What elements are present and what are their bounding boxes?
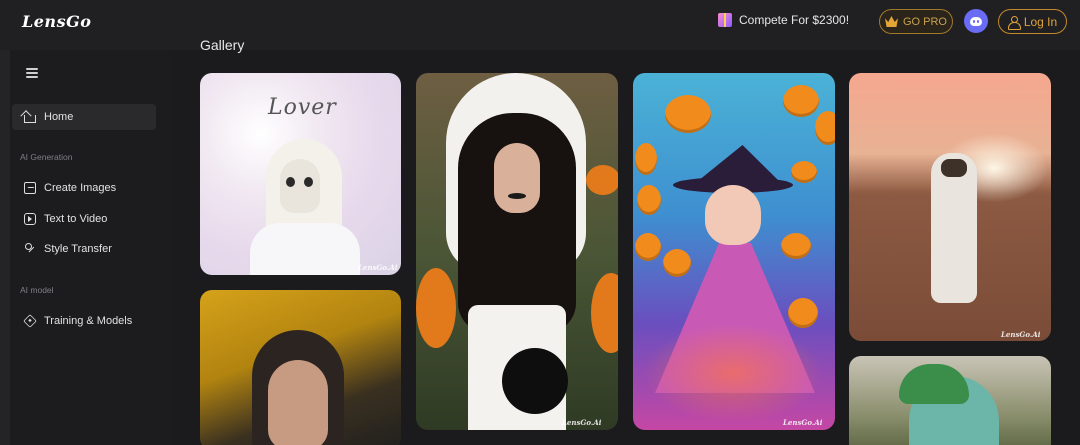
gallery-card-halloween-hood[interactable]: LensGo.Ai <box>416 73 618 430</box>
pumpkin <box>815 111 835 145</box>
login-button[interactable]: Log In <box>998 9 1067 34</box>
sidebar-item-label: Text to Video <box>44 213 108 225</box>
face <box>494 143 540 213</box>
gallery-title: Gallery <box>200 37 245 53</box>
image-icon <box>24 182 36 194</box>
gallery-card-lover[interactable]: Lover LensGo.Ai <box>200 73 401 275</box>
sidebar-edge <box>0 50 10 445</box>
scroll-fade <box>1060 50 1080 445</box>
pumpkin <box>635 143 657 175</box>
witch-face <box>705 185 761 245</box>
home-icon <box>24 115 36 123</box>
skull-eye <box>304 177 313 187</box>
sidebar-item-text-to-video[interactable]: Text to Video <box>12 206 156 232</box>
go-pro-label: GO PRO <box>902 15 947 28</box>
watermark: LensGo.Ai <box>358 263 398 272</box>
gift-icon <box>718 13 732 27</box>
pumpkin <box>783 85 819 117</box>
compete-label: Compete For $2300! <box>739 13 850 27</box>
gallery-card-astronaut[interactable]: LensGo.Ai <box>849 73 1051 341</box>
login-label: Log In <box>1023 14 1058 29</box>
sidebar-item-style-transfer[interactable]: Style Transfer <box>12 236 156 262</box>
discord-button[interactable] <box>964 9 988 33</box>
pumpkin <box>781 233 811 259</box>
section-ai-generation: AI Generation <box>20 152 73 162</box>
watermark: LensGo.Ai <box>562 418 602 427</box>
lips <box>508 193 526 199</box>
black-circle <box>502 348 568 414</box>
pumpkin <box>591 273 618 353</box>
monster-bulb <box>899 364 969 404</box>
sidebar-item-create-images[interactable]: Create Images <box>12 175 156 201</box>
video-icon <box>24 213 36 225</box>
sidebar-item-label: Create Images <box>44 182 117 194</box>
portrait-face <box>268 360 328 445</box>
sidebar-item-training-models[interactable]: Training & Models <box>12 308 156 334</box>
sidebar-item-home[interactable]: Home <box>12 104 156 130</box>
section-ai-model: AI model <box>20 285 54 295</box>
menu-toggle-icon[interactable] <box>26 68 38 78</box>
astronaut-visor <box>941 159 967 177</box>
gallery-card-witch-pumpkins[interactable]: LensGo.Ai <box>633 73 835 430</box>
training-icon <box>23 314 37 328</box>
crown-icon <box>884 16 898 27</box>
sidebar-item-label: Training & Models <box>44 315 133 327</box>
pumpkin <box>416 268 456 348</box>
skull-eye <box>286 177 295 187</box>
pumpkin <box>586 165 618 195</box>
compete-banner[interactable]: Compete For $2300! <box>718 13 849 27</box>
watermark: LensGo.Ai <box>783 418 823 427</box>
glow <box>643 323 823 423</box>
figure-body <box>250 223 360 275</box>
skull-face <box>280 159 320 213</box>
discord-icon <box>970 16 982 26</box>
user-icon <box>1007 15 1021 30</box>
top-bar: LensGo Compete For $2300! GO PRO Log In <box>0 0 1080 50</box>
pumpkin <box>635 233 661 261</box>
sidebar-item-label: Style Transfer <box>44 243 112 255</box>
go-pro-button[interactable]: GO PRO <box>879 9 953 34</box>
watermark: LensGo.Ai <box>1001 330 1041 339</box>
pumpkin <box>665 95 711 133</box>
pumpkin <box>791 161 817 183</box>
style-transfer-icon <box>24 243 36 255</box>
logo[interactable]: LensGo <box>22 12 91 31</box>
sidebar: Home AI Generation Create Images Text to… <box>0 50 170 445</box>
card-text-lover: Lover <box>268 95 337 120</box>
gallery-card-portrait[interactable] <box>200 290 401 445</box>
gallery-card-monster[interactable] <box>849 356 1051 445</box>
sidebar-item-label: Home <box>44 111 74 123</box>
pumpkin <box>637 185 661 215</box>
pumpkin <box>663 249 691 277</box>
